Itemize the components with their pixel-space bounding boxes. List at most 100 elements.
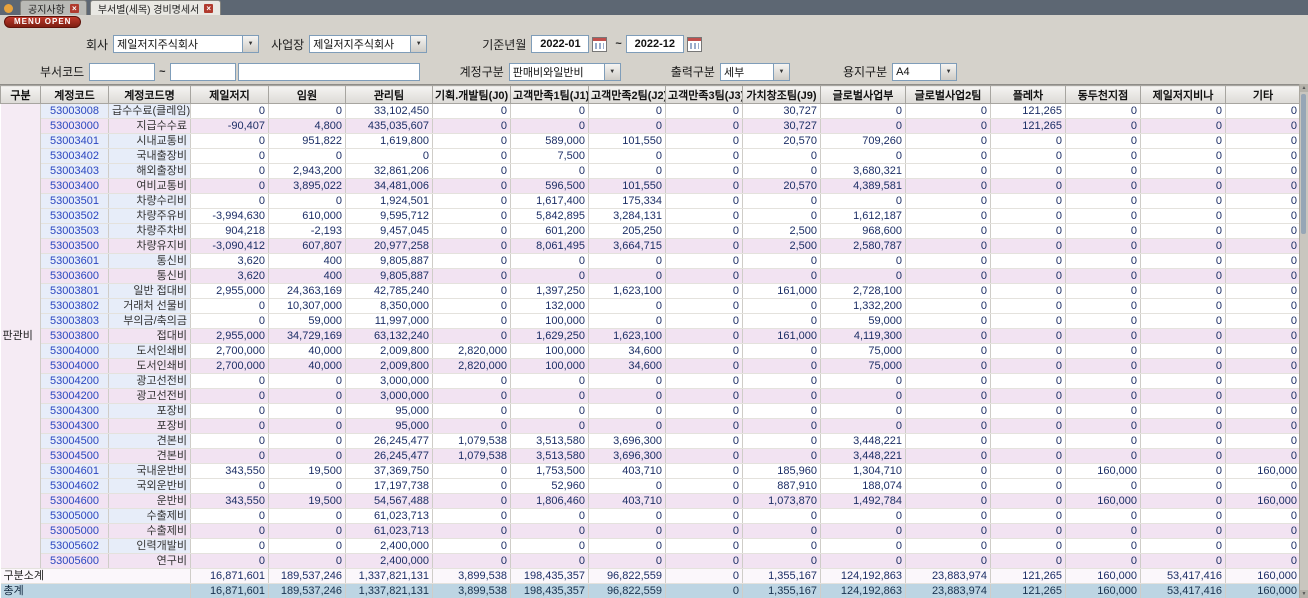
table-row[interactable]: 53004300 포장비 0 0 95,000 0 0 0 0 0 0 0 0 0 0 0 xyxy=(1,403,1300,419)
table-row[interactable]: 53003501 차량수리비 0 0 1,924,501 0 1,617,400 175,33… xyxy=(1,193,1300,209)
column-header[interactable]: 플레차 xyxy=(990,85,1066,104)
column-header[interactable]: 계정코드명 xyxy=(108,85,191,104)
tab-close-icon[interactable]: × xyxy=(204,3,214,13)
table-row[interactable]: 53003500 차량유지비 -3,090,412 607,807 20,977,258… xyxy=(1,238,1300,254)
column-header[interactable]: 글로벌사업부 xyxy=(820,85,906,104)
column-header[interactable]: 제일저지 xyxy=(190,85,269,104)
scrollbar-thumb[interactable] xyxy=(1301,94,1306,234)
cell-value: 0 xyxy=(665,538,743,554)
table-row[interactable]: 53004600 운반비 343,550 19,500 54,567,488 0 1,806… xyxy=(1,493,1300,509)
scroll-down-icon[interactable]: ▼ xyxy=(1300,590,1308,598)
dept-name-field[interactable] xyxy=(237,62,420,81)
cell-value: 1,073,870 xyxy=(742,493,821,509)
company-select[interactable]: 제일저지주식회사 ▼ xyxy=(113,35,260,53)
cell-value: 0 xyxy=(268,148,346,164)
cell-value: 1,806,460 xyxy=(510,493,589,509)
cell-account-name: 광고선전비 xyxy=(108,373,191,389)
table-row[interactable]: 53003803 부의금/축의금 0 59,000 11,997,000 0 100,000… xyxy=(1,313,1300,329)
cell-value: 10,307,000 xyxy=(268,298,346,314)
table-row[interactable]: 53005600 연구비 0 0 2,400,000 0 0 0 0 0 0 0 0 0 0 0 xyxy=(1,553,1300,569)
dept-code-from-input[interactable] xyxy=(89,62,156,81)
cell-value: 0 xyxy=(1225,253,1300,269)
cell-value: 3,448,221 xyxy=(820,448,906,464)
table-row[interactable]: 53004500 견본비 0 0 26,245,477 1,079,538 3,513,58… xyxy=(1,448,1300,464)
cell-value: 121,265 xyxy=(990,103,1066,119)
account-type-select[interactable]: 판매비와일반비 ▼ xyxy=(508,62,621,81)
cell-value: 0 xyxy=(742,433,821,449)
tab-close-icon[interactable]: × xyxy=(69,3,79,13)
output-type-select[interactable]: 세부 ▼ xyxy=(719,62,790,81)
scroll-up-icon[interactable]: ▲ xyxy=(1300,84,1308,92)
workplace-select[interactable]: 제일저지주식회사 ▼ xyxy=(309,35,428,53)
cell-value: 0 xyxy=(742,343,821,359)
cell-value: -3,994,630 xyxy=(190,208,269,224)
table-row[interactable]: 53004200 광고선전비 0 0 3,000,000 0 0 0 0 0 0 0 0 0 0 0 xyxy=(1,388,1300,404)
cell-value: 0 xyxy=(990,148,1066,164)
column-header[interactable]: 구분 xyxy=(0,85,41,104)
menu-open-button[interactable]: MENU OPEN xyxy=(4,16,82,28)
column-header[interactable]: 고객만족1팀(J1) xyxy=(510,85,589,104)
table-row[interactable]: 53003600 통신비 3,620 400 9,805,887 0 0 0 0 0 0 0 0 0 0 0 xyxy=(1,268,1300,284)
column-header[interactable]: 기획.개발팀(J0) xyxy=(432,85,511,104)
cell-value: 0 xyxy=(665,298,743,314)
period-to-input[interactable] xyxy=(625,35,684,53)
table-row[interactable]: 53005000 수출제비 0 0 61,023,713 0 0 0 0 0 0 0 0 0 0 0 xyxy=(1,523,1300,539)
paper-type-select[interactable]: A4 ▼ xyxy=(892,62,958,81)
cell-value: 160,000 xyxy=(1225,493,1300,509)
table-row[interactable]: 53003601 통신비 3,620 400 9,805,887 0 0 0 0 0 0 0 0 0 0 0 xyxy=(1,253,1300,269)
table-row[interactable]: 53003802 거래처 선물비 0 10,307,000 8,350,000 0 132,… xyxy=(1,298,1300,314)
table-row[interactable]: 53004601 국내운반비 343,550 19,500 37,369,750 0 1,7… xyxy=(1,463,1300,479)
table-row[interactable]: 53003801 일반 접대비 2,955,000 24,363,169 42,785,… xyxy=(1,283,1300,299)
cell-value: 61,023,713 xyxy=(345,508,433,524)
cell-value: 0 xyxy=(1140,238,1226,254)
column-header[interactable]: 글로벌사업2팀 xyxy=(905,85,991,104)
cell-value: 904,218 xyxy=(190,223,269,239)
table-row[interactable]: 53004602 국외운반비 0 0 17,197,738 0 52,960 0 0 887,91… xyxy=(1,478,1300,494)
calendar-icon[interactable] xyxy=(592,36,608,52)
table-row[interactable]: 53004000 도서인쇄비 2,700,000 40,000 2,009,800 2,8… xyxy=(1,358,1300,374)
cell-value: 0 xyxy=(990,463,1066,479)
table-row[interactable]: 53003402 국내출장비 0 0 0 0 7,500 0 0 0 0 0 0 0 0 0 xyxy=(1,148,1300,164)
column-header[interactable]: 제일저지비나 xyxy=(1140,85,1226,104)
column-header[interactable]: 계정코드 xyxy=(40,85,109,104)
table-row[interactable]: 53004200 광고선전비 0 0 3,000,000 0 0 0 0 0 0 0 0 0 0 0 xyxy=(1,373,1300,389)
vertical-scrollbar[interactable]: ▲ ▼ xyxy=(1299,84,1308,598)
cell-account-code: 53003402 xyxy=(40,148,109,164)
expense-grid[interactable]: 구분 계정코드 계정코드명 제일저지 임원 관리팀 기획.개발팀(J0) 고객만족1팀(J1)… xyxy=(0,85,1300,598)
table-row[interactable]: 53004500 견본비 0 0 26,245,477 1,079,538 3,513,58… xyxy=(1,433,1300,449)
table-row[interactable]: 53003401 시내교통비 0 951,822 1,619,800 0 589,000 10… xyxy=(1,133,1300,149)
cell-value: 0 xyxy=(1225,283,1300,299)
column-header[interactable]: 동두천지점 xyxy=(1065,85,1141,104)
period-from-input[interactable] xyxy=(531,35,590,53)
table-row[interactable]: 53003403 해외출장비 0 2,943,200 32,861,206 0 0 0 0 0 3,… xyxy=(1,163,1300,179)
column-header[interactable]: 기타 xyxy=(1225,85,1300,104)
cell-account-code: 53004602 xyxy=(40,478,109,494)
tab-expense-report[interactable]: 부서별(세목) 경비명세서 × xyxy=(89,0,222,16)
table-row[interactable]: 53003502 차량주유비 -3,994,630 610,000 9,595,712 0… xyxy=(1,208,1300,224)
table-row[interactable]: 53003000 지급수수료 -90,407 4,800 435,035,607 0 0 0 0… xyxy=(1,118,1300,134)
column-header[interactable]: 고객만족2팀(J2) xyxy=(588,85,666,104)
tab-notice[interactable]: 공지사항 × xyxy=(20,0,87,16)
column-header[interactable]: 관리팀 xyxy=(345,85,433,104)
calendar-icon[interactable] xyxy=(686,36,702,52)
column-header[interactable]: 고객만족3팀(J3) xyxy=(665,85,743,104)
table-row[interactable]: 53005000 수출제비 0 0 61,023,713 0 0 0 0 0 0 0 0 0 0 0 xyxy=(1,508,1300,524)
table-row[interactable]: 53004300 포장비 0 0 95,000 0 0 0 0 0 0 0 0 0 0 0 xyxy=(1,418,1300,434)
dept-code-label: 부서코드 xyxy=(40,65,85,79)
cell-value: 0 xyxy=(1225,538,1300,554)
dept-code-to-input[interactable] xyxy=(169,62,236,81)
table-row[interactable]: 53003400 여비교통비 0 3,895,022 34,481,006 0 596,50… xyxy=(1,178,1300,194)
table-row[interactable]: 53003800 접대비 2,955,000 34,729,169 63,132,240… xyxy=(1,328,1300,344)
table-row[interactable]: 53004000 도서인쇄비 2,700,000 40,000 2,009,800 2,8… xyxy=(1,343,1300,359)
table-row[interactable]: 53005602 인력개발비 0 0 2,400,000 0 0 0 0 0 0 0 0 0 0 0 xyxy=(1,538,1300,554)
table-row[interactable]: 53003503 차량주차비 904,218 -2,193 9,457,045 0 601,… xyxy=(1,223,1300,239)
cell-value: 0 xyxy=(432,418,511,434)
column-header[interactable]: 가치창조팀(J9) xyxy=(742,85,821,104)
cell-value: 0 xyxy=(665,373,743,389)
cell-value: 709,260 xyxy=(820,133,906,149)
cell-value: 0 xyxy=(190,193,269,209)
column-header[interactable]: 임원 xyxy=(268,85,346,104)
table-row[interactable]: 판관비 53003008 급수수료(클레임) 0 0 33,102,450 0 0 0 0 30,7… xyxy=(0,103,1300,569)
cell-value: 0 xyxy=(990,388,1066,404)
cell-account-name: 부의금/축의금 xyxy=(108,313,191,329)
